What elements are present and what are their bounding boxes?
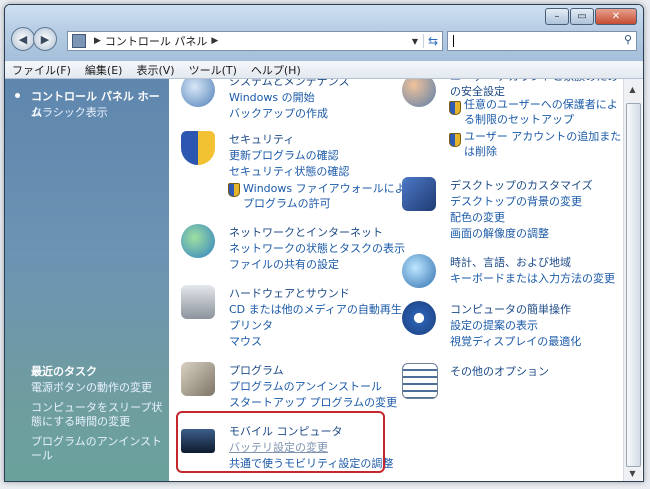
minimize-button[interactable]: – xyxy=(545,8,569,25)
scroll-down-icon[interactable]: ▼ xyxy=(626,467,639,480)
printer-icon xyxy=(181,285,215,319)
desktop-customize-icon xyxy=(402,177,436,211)
category-link[interactable]: キーボードまたは入力方法の変更 xyxy=(450,270,615,286)
maximize-button[interactable]: ▭ xyxy=(570,8,594,25)
text-cursor xyxy=(453,35,454,47)
recent-task-link[interactable]: コンピュータをスリープ状態にする時間の変更 xyxy=(31,401,163,429)
category-link[interactable]: ユーザー アカウントの追加または削除 xyxy=(464,129,623,159)
refresh-icon[interactable]: ⇆ xyxy=(423,34,442,48)
category-title[interactable]: システムとメンテナンス xyxy=(229,79,349,89)
navigation-buttons: ◀ ▶ xyxy=(11,27,57,51)
close-button[interactable]: ✕ xyxy=(595,8,637,25)
ease-of-access-icon xyxy=(402,301,436,335)
breadcrumb-control-panel[interactable]: コントロール パネル xyxy=(105,33,208,49)
menu-view[interactable]: 表示(V) xyxy=(129,62,181,78)
category-title[interactable]: コンピュータの簡単操作 xyxy=(450,301,571,317)
network-globe-icon xyxy=(181,224,215,258)
title-bar: – ▭ ✕ ◀ ▶ ▶ コントロール パネル ▶ ▼ ⇆ ⚲ xyxy=(5,5,643,62)
address-dropdown-icon[interactable]: ▼ xyxy=(407,37,423,46)
system-maintenance-icon xyxy=(181,79,215,107)
menu-file[interactable]: ファイル(F) xyxy=(5,62,78,78)
category-link[interactable]: Windows ファイアウォールによるプログラムの許可 xyxy=(243,181,423,211)
clock-globe-icon xyxy=(402,254,436,288)
control-panel-icon xyxy=(72,34,86,48)
menu-help[interactable]: ヘルプ(H) xyxy=(244,62,308,78)
forward-arrow-icon: ▶ xyxy=(40,32,50,46)
search-input[interactable]: ⚲ xyxy=(447,31,637,51)
category-link[interactable]: CD または他のメディアの自動再生 xyxy=(229,301,402,317)
category-link[interactable]: スタートアップ プログラムの変更 xyxy=(229,394,397,410)
vertical-scrollbar[interactable]: ▲ ▼ xyxy=(623,79,642,481)
recent-task-link[interactable]: プログラムのアンインストール xyxy=(31,435,163,463)
programs-box-icon xyxy=(181,362,215,396)
menu-bar: ファイル(F) 編集(E) 表示(V) ツール(T) ヘルプ(H) xyxy=(5,61,643,79)
mobile-pc-highlight xyxy=(176,411,385,473)
breadcrumb-chevron-icon[interactable]: ▶ xyxy=(94,36,101,46)
menu-edit[interactable]: 編集(E) xyxy=(78,62,130,78)
scroll-up-icon[interactable]: ▲ xyxy=(626,83,639,96)
category-title[interactable]: デスクトップのカスタマイズ xyxy=(450,177,593,193)
category-link[interactable]: プリンタ xyxy=(229,317,273,333)
category-link[interactable]: 視覚ディスプレイの最適化 xyxy=(450,333,581,349)
back-arrow-icon: ◀ xyxy=(18,32,28,46)
category-title[interactable]: セキュリティ xyxy=(229,131,294,147)
forward-button[interactable]: ▶ xyxy=(33,27,57,51)
category-link[interactable]: デスクトップの背景の変更 xyxy=(450,193,582,209)
category-link[interactable]: セキュリティ状態の確認 xyxy=(229,163,349,179)
back-button[interactable]: ◀ xyxy=(11,27,35,51)
menu-tools[interactable]: ツール(T) xyxy=(182,62,244,78)
category-link[interactable]: プログラムのアンインストール xyxy=(229,378,382,394)
category-link[interactable]: ファイルの共有の設定 xyxy=(229,256,339,272)
category-title[interactable]: その他のオプション xyxy=(450,363,549,379)
checklist-icon xyxy=(402,363,438,399)
address-bar[interactable]: ▶ コントロール パネル ▶ ▼ ⇆ xyxy=(67,31,443,51)
category-link[interactable]: Windows の開始 xyxy=(229,89,315,105)
security-shield-icon xyxy=(181,131,215,165)
category-link[interactable]: バックアップの作成 xyxy=(229,105,328,121)
uac-shield-icon xyxy=(228,183,240,197)
category-link[interactable]: マウス xyxy=(229,333,262,349)
recent-tasks-heading: 最近のタスク xyxy=(31,365,97,378)
category-link[interactable]: 配色の変更 xyxy=(450,209,505,225)
sidebar: コントロール パネル ホーム クラシック表示 最近のタスク 電源ボタンの動作の変… xyxy=(5,79,169,481)
category-title[interactable]: プログラム xyxy=(229,362,284,378)
breadcrumb-chevron-icon[interactable]: ▶ xyxy=(211,36,218,46)
recent-task-link[interactable]: 電源ボタンの動作の変更 xyxy=(31,381,163,395)
window-controls: – ▭ ✕ xyxy=(544,8,637,25)
search-icon[interactable]: ⚲ xyxy=(624,33,632,46)
uac-shield-icon xyxy=(449,101,461,115)
category-title[interactable]: ネットワークとインターネット xyxy=(229,224,383,240)
category-title[interactable]: 時計、言語、および地域 xyxy=(450,254,571,270)
category-link[interactable]: ネットワークの状態とタスクの表示 xyxy=(229,240,405,256)
category-link[interactable]: 更新プログラムの確認 xyxy=(229,147,339,163)
category-title[interactable]: ハードウェアとサウンド xyxy=(229,285,350,301)
scrollbar-thumb[interactable] xyxy=(626,103,641,467)
category-title[interactable]: ユーザー アカウントと家族のための安全設定 xyxy=(450,79,620,99)
category-link[interactable]: 設定の提案の表示 xyxy=(450,317,538,333)
uac-shield-icon xyxy=(449,133,461,147)
users-icon xyxy=(402,79,436,107)
category-link[interactable]: 任意のユーザーへの保護者による制限のセットアップ xyxy=(464,97,623,127)
sidebar-classic-view-link[interactable]: クラシック表示 xyxy=(31,104,108,120)
category-link[interactable]: 画面の解像度の調整 xyxy=(450,225,549,241)
current-page-bullet-icon xyxy=(15,93,20,98)
